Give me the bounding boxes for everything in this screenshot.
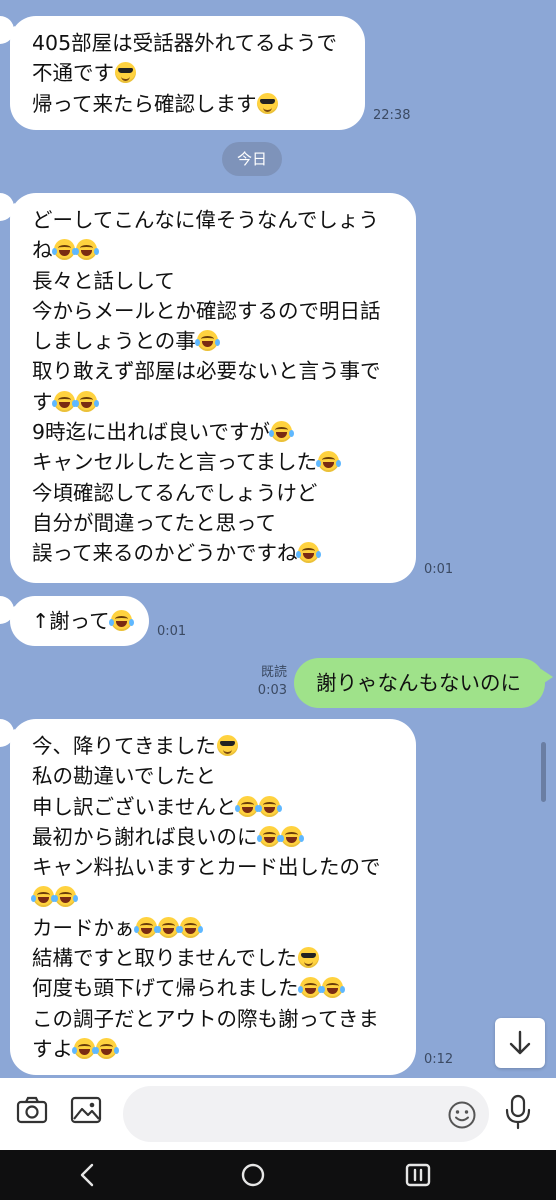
sunglasses-emoji-icon <box>297 947 319 969</box>
joy-emoji-icon <box>296 542 322 564</box>
message-line: すよ <box>32 1034 394 1064</box>
message-line: 帰って来たら確認します <box>32 89 343 119</box>
read-receipt: 既読 0:03 <box>257 665 287 698</box>
sunglasses-emoji-icon <box>115 62 136 84</box>
joy-emoji-icon <box>72 1037 97 1059</box>
system-navigation-bar <box>0 1150 556 1200</box>
message-line: 謝りゃなんもないのに <box>316 671 521 695</box>
message-line: 今、降りてきました <box>32 731 394 761</box>
joy-emoji-icon <box>51 390 77 412</box>
joy-emoji-icon <box>73 390 99 412</box>
date-divider: 今日 <box>222 142 282 176</box>
message-line: 申し訳ございませんと <box>32 792 394 822</box>
message-time: 0:01 <box>424 562 454 577</box>
joy-emoji-icon <box>257 795 283 817</box>
joy-emoji-icon <box>268 421 294 443</box>
message-line: カードかぁ <box>32 913 394 943</box>
home-icon[interactable] <box>240 1162 266 1188</box>
message-line <box>31 882 394 912</box>
message-line: 最初から謝れば良いのに <box>32 822 394 852</box>
message-bubble[interactable]: 今、降りてきました 私の勘違いでしたと 申し訳ございませんと 最初から謝れば良い… <box>3 719 416 1075</box>
message-line: この調子だとアウトの際も謝ってきま <box>32 1006 379 1031</box>
joy-emoji-icon <box>73 239 99 261</box>
message-line: 誤って来るのかどうかですね <box>32 538 394 568</box>
joy-emoji-icon <box>51 239 77 261</box>
recents-icon[interactable] <box>404 1162 432 1188</box>
emoji-icon[interactable] <box>447 1100 477 1130</box>
message-line: 私の勘違いでしたと <box>32 764 216 789</box>
message-line: ↑謝って <box>32 606 134 636</box>
message-time: 22:38 <box>373 108 411 123</box>
message-line: しましょうとの事 <box>32 326 394 356</box>
message-line: す <box>32 387 394 417</box>
message-bubble-outgoing[interactable]: 謝りゃなんもないのに <box>294 658 553 708</box>
message-time: 0:12 <box>424 1052 454 1067</box>
message-line: 結構ですと取りませんでした <box>32 943 394 973</box>
message-line: キャンセルしたと言ってました <box>32 447 394 477</box>
message-bubble[interactable]: 405部屋は受話器外れてるようで 不通です 帰って来たら確認します <box>3 16 365 130</box>
joy-emoji-icon <box>194 330 220 352</box>
message-line: 9時迄に出れば良いですが <box>32 417 394 447</box>
joy-emoji-icon <box>319 977 345 999</box>
joy-emoji-icon <box>256 825 282 847</box>
joy-emoji-icon <box>315 451 341 473</box>
message-line: 今からメールとか確認するので明日話 <box>32 298 381 323</box>
sunglasses-emoji-icon <box>257 92 279 114</box>
joy-emoji-icon <box>108 610 134 631</box>
message-line: 405部屋は受話器外れてるようで <box>32 31 338 55</box>
message-line: 今頃確認してるんでしょうけど <box>32 480 318 505</box>
scroll-to-bottom-button[interactable] <box>495 1018 545 1068</box>
joy-emoji-icon <box>31 886 56 908</box>
joy-emoji-icon <box>297 977 323 999</box>
message-line: ね <box>32 235 394 265</box>
message-bubble[interactable]: どーしてこんなに偉そうなんでしょう ね 長々と話しして 今からメールとか確認する… <box>3 193 416 583</box>
message-line: 不通です <box>32 58 343 88</box>
joy-emoji-icon <box>235 795 261 817</box>
message-line: どーしてこんなに偉そうなんでしょう <box>32 208 379 232</box>
joy-emoji-icon <box>155 916 181 938</box>
joy-emoji-icon <box>94 1037 119 1059</box>
message-line: キャン料払いますとカード出したので <box>32 855 381 880</box>
joy-emoji-icon <box>278 825 304 847</box>
image-icon[interactable] <box>70 1095 102 1125</box>
message-time: 0:01 <box>157 624 187 639</box>
chat-area[interactable]: 405部屋は受話器外れてるようで 不通です 帰って来たら確認します 22:38 … <box>0 0 556 1078</box>
message-line: 長々と話しして <box>32 268 175 293</box>
joy-emoji-icon <box>53 886 78 908</box>
joy-emoji-icon <box>133 916 159 938</box>
arrow-down-icon <box>509 1030 531 1055</box>
back-icon[interactable] <box>76 1162 100 1188</box>
camera-icon[interactable] <box>16 1095 48 1125</box>
sunglasses-emoji-icon <box>216 735 238 756</box>
message-line: 自分が間違ってたと思って <box>32 510 276 535</box>
scrollbar[interactable] <box>541 742 546 802</box>
message-line: 取り敢えず部屋は必要ないと言う事で <box>32 359 381 384</box>
joy-emoji-icon <box>177 916 203 938</box>
message-line: 何度も頭下げて帰られました <box>32 973 394 1003</box>
message-input[interactable] <box>123 1086 489 1142</box>
message-bubble[interactable]: ↑謝って <box>3 596 149 646</box>
microphone-icon[interactable] <box>498 1094 538 1130</box>
